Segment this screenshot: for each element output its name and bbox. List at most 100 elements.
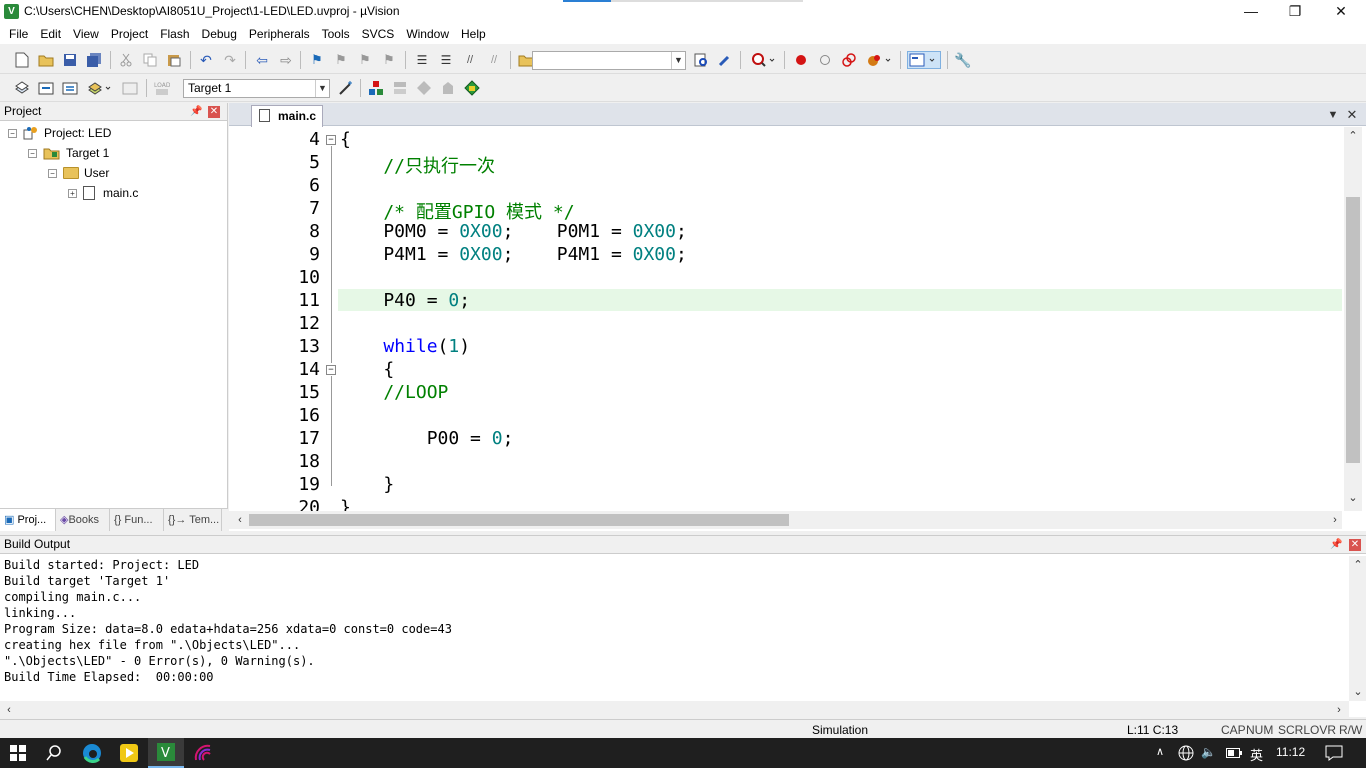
tab-templates[interactable]: {}→ Tem... bbox=[164, 509, 222, 531]
menu-view[interactable]: View bbox=[68, 27, 104, 41]
action-center-icon[interactable] bbox=[1325, 745, 1343, 761]
clear-bookmarks-button[interactable]: ⚑ bbox=[380, 51, 398, 69]
taskbar-uvision[interactable]: V bbox=[148, 738, 184, 768]
insert-breakpoint-button[interactable] bbox=[792, 51, 810, 69]
taskbar-stc-isp[interactable] bbox=[185, 738, 221, 768]
tree-item-target[interactable]: − Target 1 bbox=[28, 143, 109, 163]
menu-edit[interactable]: Edit bbox=[35, 27, 66, 41]
component-button[interactable] bbox=[463, 79, 481, 97]
find-combo[interactable]: ▼ bbox=[532, 51, 686, 70]
menu-help[interactable]: Help bbox=[456, 27, 491, 41]
debug-session-button[interactable] bbox=[749, 51, 777, 69]
network-globe-icon[interactable] bbox=[1178, 745, 1194, 761]
menu-flash[interactable]: Flash bbox=[155, 27, 194, 41]
scroll-down-icon[interactable]: ⌄ bbox=[1344, 489, 1362, 507]
cut-button[interactable] bbox=[117, 51, 135, 69]
paste-button[interactable] bbox=[165, 51, 183, 69]
close-tab-icon[interactable]: ✕ bbox=[1343, 106, 1361, 124]
tray-overflow-icon[interactable]: ∧ bbox=[1156, 745, 1164, 758]
enable-breakpoint-button[interactable] bbox=[816, 51, 834, 69]
navigate-forward-button[interactable]: ⇨ bbox=[277, 51, 295, 69]
collapse-icon[interactable]: − bbox=[48, 168, 57, 178]
kill-all-breakpoints-button[interactable] bbox=[864, 51, 894, 69]
build-button[interactable] bbox=[37, 79, 55, 97]
batch-build-button[interactable] bbox=[86, 79, 114, 97]
new-file-button[interactable] bbox=[13, 51, 31, 69]
manage-project-items-button[interactable] bbox=[367, 79, 385, 97]
fold-marker-icon[interactable]: − bbox=[326, 135, 336, 145]
open-file-button[interactable] bbox=[37, 51, 55, 69]
expand-icon[interactable]: + bbox=[68, 188, 77, 198]
tree-item-project[interactable]: − Project: LED bbox=[8, 123, 111, 143]
navigate-back-button[interactable]: ⇦ bbox=[253, 51, 271, 69]
search-button[interactable] bbox=[36, 738, 72, 768]
scroll-left-icon[interactable]: ‹ bbox=[0, 701, 18, 719]
pack-installer-button[interactable] bbox=[439, 79, 457, 97]
collapse-icon[interactable]: − bbox=[8, 128, 17, 138]
unindent-button[interactable]: ☰ bbox=[437, 51, 455, 69]
minimize-button[interactable]: — bbox=[1228, 0, 1274, 24]
stop-build-button[interactable] bbox=[121, 79, 139, 97]
save-all-button[interactable] bbox=[85, 51, 103, 69]
pin-icon[interactable]: 📌 bbox=[1330, 539, 1342, 551]
close-icon[interactable]: ✕ bbox=[1349, 539, 1361, 551]
taskbar-edge[interactable] bbox=[74, 738, 110, 768]
manage-rte-button[interactable] bbox=[415, 79, 433, 97]
comment-button[interactable]: // bbox=[461, 51, 479, 69]
menu-svcs[interactable]: SVCS bbox=[357, 27, 400, 41]
build-output-horizontal-scrollbar[interactable]: ‹ › bbox=[0, 701, 1349, 718]
find-button[interactable] bbox=[692, 51, 710, 69]
tab-books[interactable]: ◈Books bbox=[56, 509, 110, 531]
target-select[interactable]: Target 1 ▼ bbox=[183, 79, 330, 98]
undo-button[interactable]: ↶ bbox=[197, 51, 215, 69]
scroll-up-icon[interactable]: ⌃ bbox=[1349, 556, 1366, 574]
volume-icon[interactable]: 🔈 bbox=[1201, 745, 1216, 759]
menu-peripherals[interactable]: Peripherals bbox=[244, 27, 315, 41]
taskbar-media-app[interactable] bbox=[111, 738, 147, 768]
translate-button[interactable] bbox=[13, 79, 31, 97]
restore-button[interactable]: ❐ bbox=[1272, 0, 1318, 24]
next-bookmark-button[interactable]: ⚑ bbox=[356, 51, 374, 69]
editor-horizontal-scrollbar[interactable]: ‹ › bbox=[229, 511, 1342, 529]
insert-bookmark-button[interactable]: ⚑ bbox=[308, 51, 326, 69]
save-button[interactable] bbox=[61, 51, 79, 69]
pin-icon[interactable]: 📌 bbox=[190, 106, 202, 118]
code-editor[interactable]: − − 4{5 //只执行一次 6 7 /* 配置GPIO 模式 */8 P0M0 … bbox=[234, 128, 1342, 511]
uncomment-button[interactable]: // bbox=[485, 51, 503, 69]
prev-bookmark-button[interactable]: ⚑ bbox=[332, 51, 350, 69]
scroll-right-icon[interactable]: › bbox=[1326, 511, 1344, 529]
editor-vertical-scrollbar[interactable]: ⌃ ⌄ bbox=[1344, 127, 1362, 511]
menu-project[interactable]: Project bbox=[106, 27, 153, 41]
scroll-right-icon[interactable]: › bbox=[1330, 701, 1348, 719]
tree-item-file[interactable]: + main.c bbox=[68, 183, 138, 203]
configure-button[interactable]: 🔧 bbox=[954, 51, 972, 69]
menu-debug[interactable]: Debug bbox=[197, 27, 242, 41]
tab-project[interactable]: ▣ Proj... bbox=[0, 509, 56, 531]
close-button[interactable]: ✕ bbox=[1318, 0, 1364, 24]
scroll-thumb[interactable] bbox=[1346, 197, 1360, 463]
build-output-vertical-scrollbar[interactable]: ⌃ ⌄ bbox=[1349, 556, 1366, 701]
indent-button[interactable]: ☰ bbox=[413, 51, 431, 69]
scroll-thumb[interactable] bbox=[249, 514, 789, 526]
tab-main-c[interactable]: main.c bbox=[251, 105, 323, 127]
redo-button[interactable]: ↷ bbox=[221, 51, 239, 69]
target-options-button[interactable] bbox=[337, 79, 355, 97]
select-packs-button[interactable] bbox=[391, 79, 409, 97]
collapse-icon[interactable]: − bbox=[28, 148, 37, 158]
battery-icon[interactable] bbox=[1226, 748, 1242, 758]
window-layout-button[interactable] bbox=[907, 51, 941, 69]
tray-clock[interactable]: 11:12 bbox=[1276, 745, 1305, 759]
tab-list-dropdown-icon[interactable]: ▼ bbox=[1324, 106, 1342, 124]
close-icon[interactable]: ✕ bbox=[208, 106, 220, 118]
menu-tools[interactable]: Tools bbox=[317, 27, 355, 41]
disable-all-breakpoints-button[interactable] bbox=[840, 51, 858, 69]
tree-item-group[interactable]: − User bbox=[48, 163, 109, 183]
scroll-up-icon[interactable]: ⌃ bbox=[1344, 127, 1362, 145]
rebuild-button[interactable] bbox=[61, 79, 79, 97]
tab-functions[interactable]: {} Fun... bbox=[110, 509, 164, 531]
scroll-left-icon[interactable]: ‹ bbox=[231, 511, 249, 529]
menu-file[interactable]: File bbox=[4, 27, 33, 41]
scroll-down-icon[interactable]: ⌄ bbox=[1349, 683, 1366, 701]
download-button[interactable]: LOAD bbox=[153, 79, 171, 97]
menu-window[interactable]: Window bbox=[401, 27, 454, 41]
